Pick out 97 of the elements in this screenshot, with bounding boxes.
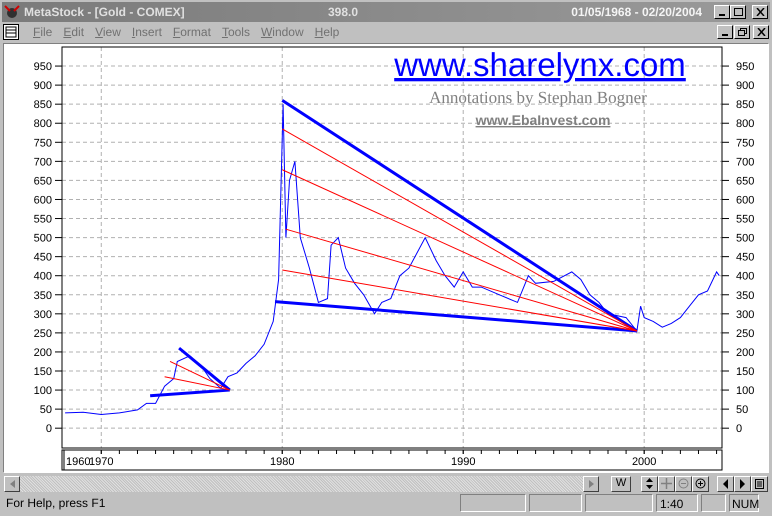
axis-label: 0 (736, 423, 742, 436)
date-range: 01/05/1968 - 02/20/2004 (570, 4, 703, 22)
axis-label: 800 (736, 118, 754, 130)
maximize-button[interactable] (730, 5, 746, 20)
zoom-in-button[interactable] (692, 476, 709, 492)
close-button[interactable] (752, 5, 768, 20)
close-icon (756, 8, 764, 16)
menu-item[interactable]: Edit (58, 23, 90, 42)
axis-label: 350 (736, 290, 754, 302)
restore-button[interactable] (734, 25, 750, 40)
status-panel (460, 494, 526, 512)
axis-label: 350 (34, 290, 52, 302)
list-button[interactable] (751, 476, 768, 492)
axis-label: 900 (736, 80, 754, 92)
axis-label: 750 (34, 137, 52, 150)
menu-item[interactable]: Format (168, 23, 216, 42)
menu-item[interactable]: File (28, 23, 58, 42)
axis-label: 500 (736, 232, 754, 245)
axis-label: 650 (34, 175, 52, 188)
axis-label: 150 (736, 366, 754, 378)
left-arrow-icon (10, 480, 14, 488)
axis-label: 850 (736, 99, 754, 112)
axis-label: 100 (736, 385, 754, 398)
up-down-arrow-icon (644, 478, 655, 490)
axis-label: 750 (736, 137, 754, 150)
horizontal-scrollbar[interactable] (4, 476, 600, 492)
minimize-button[interactable] (717, 25, 733, 40)
window-title: MetaStock - [Gold - COMEX] (24, 4, 186, 22)
move-button[interactable] (658, 476, 675, 492)
axis-label: 600 (736, 194, 754, 206)
axis-label: 650 (736, 175, 754, 188)
axis-label: 1990 (450, 456, 476, 468)
axis-label: 150 (34, 366, 52, 378)
axis-label: 700 (736, 156, 754, 168)
list-icon (755, 478, 764, 489)
document-icon[interactable] (3, 24, 19, 40)
axis-label: 1960 (66, 456, 90, 468)
axis-label: 50 (736, 404, 748, 416)
pan-right-button[interactable] (734, 476, 751, 492)
scale-indicator: 1:40 (656, 494, 698, 512)
axis-label: 700 (34, 156, 52, 168)
axis-label: 250 (736, 328, 754, 340)
axis-label: 800 (34, 118, 52, 130)
axis-label: 500 (34, 232, 52, 245)
credit-text: Annotations by Stephan Bogner (429, 88, 647, 107)
scroll-left-button[interactable] (4, 476, 20, 492)
status-message: For Help, press F1 (5, 495, 106, 512)
close-icon (756, 28, 766, 36)
minimize-button[interactable] (714, 5, 730, 20)
axis-label: 0 (46, 423, 52, 436)
last-price: 398.0 (328, 4, 360, 22)
zoom-out-icon (678, 478, 689, 490)
status-panel (529, 494, 582, 512)
right-arrow-icon (588, 480, 594, 488)
axis-label: 200 (736, 346, 754, 359)
right-arrow-icon (738, 478, 747, 489)
axis-label: 950 (736, 61, 754, 74)
menu-item[interactable]: Help (310, 23, 344, 42)
website-text: www.sharelynx.com (394, 46, 686, 83)
app-icon (4, 5, 20, 20)
axis-label: 50 (40, 404, 52, 416)
status-panel (701, 494, 726, 512)
scroll-right-button[interactable] (583, 476, 600, 492)
pan-left-button[interactable] (717, 476, 734, 492)
axis-label: 550 (34, 214, 52, 226)
zoom-in-icon (695, 478, 706, 490)
axis-label: 2000 (632, 456, 656, 468)
num-lock-indicator: NUM (729, 494, 759, 512)
axis-label: 1980 (270, 456, 294, 468)
status-panel (585, 494, 653, 512)
axis-label: 450 (34, 252, 52, 264)
axis-label: 200 (34, 346, 52, 359)
axis-label: 1970 (89, 456, 114, 468)
axis-label: 400 (736, 270, 754, 283)
menu-item[interactable]: Window (256, 23, 309, 42)
menu-item[interactable]: View (90, 23, 126, 42)
axis-label: 250 (34, 328, 52, 340)
axis-label: 400 (34, 270, 52, 283)
axis-label: 600 (34, 194, 52, 206)
axis-label: 900 (34, 80, 52, 92)
restore-icon (738, 28, 746, 36)
move-icon (661, 478, 672, 490)
left-arrow-icon (721, 478, 730, 489)
close-button[interactable] (753, 25, 769, 40)
axis-label: 300 (736, 308, 754, 321)
axis-label: 850 (34, 99, 52, 112)
zoom-out-button[interactable] (675, 476, 692, 492)
menu-item[interactable]: Insert (126, 23, 167, 42)
maximize-icon (734, 8, 742, 16)
axis-label: 950 (34, 61, 52, 74)
axis-label: 550 (736, 214, 754, 226)
vertical-button[interactable] (641, 476, 658, 492)
axis-label: 300 (34, 308, 52, 321)
width-button[interactable]: W (611, 476, 631, 492)
axis-label: 100 (34, 385, 52, 398)
axis-label: 450 (736, 252, 754, 264)
menu-item[interactable]: Tools (216, 23, 255, 42)
